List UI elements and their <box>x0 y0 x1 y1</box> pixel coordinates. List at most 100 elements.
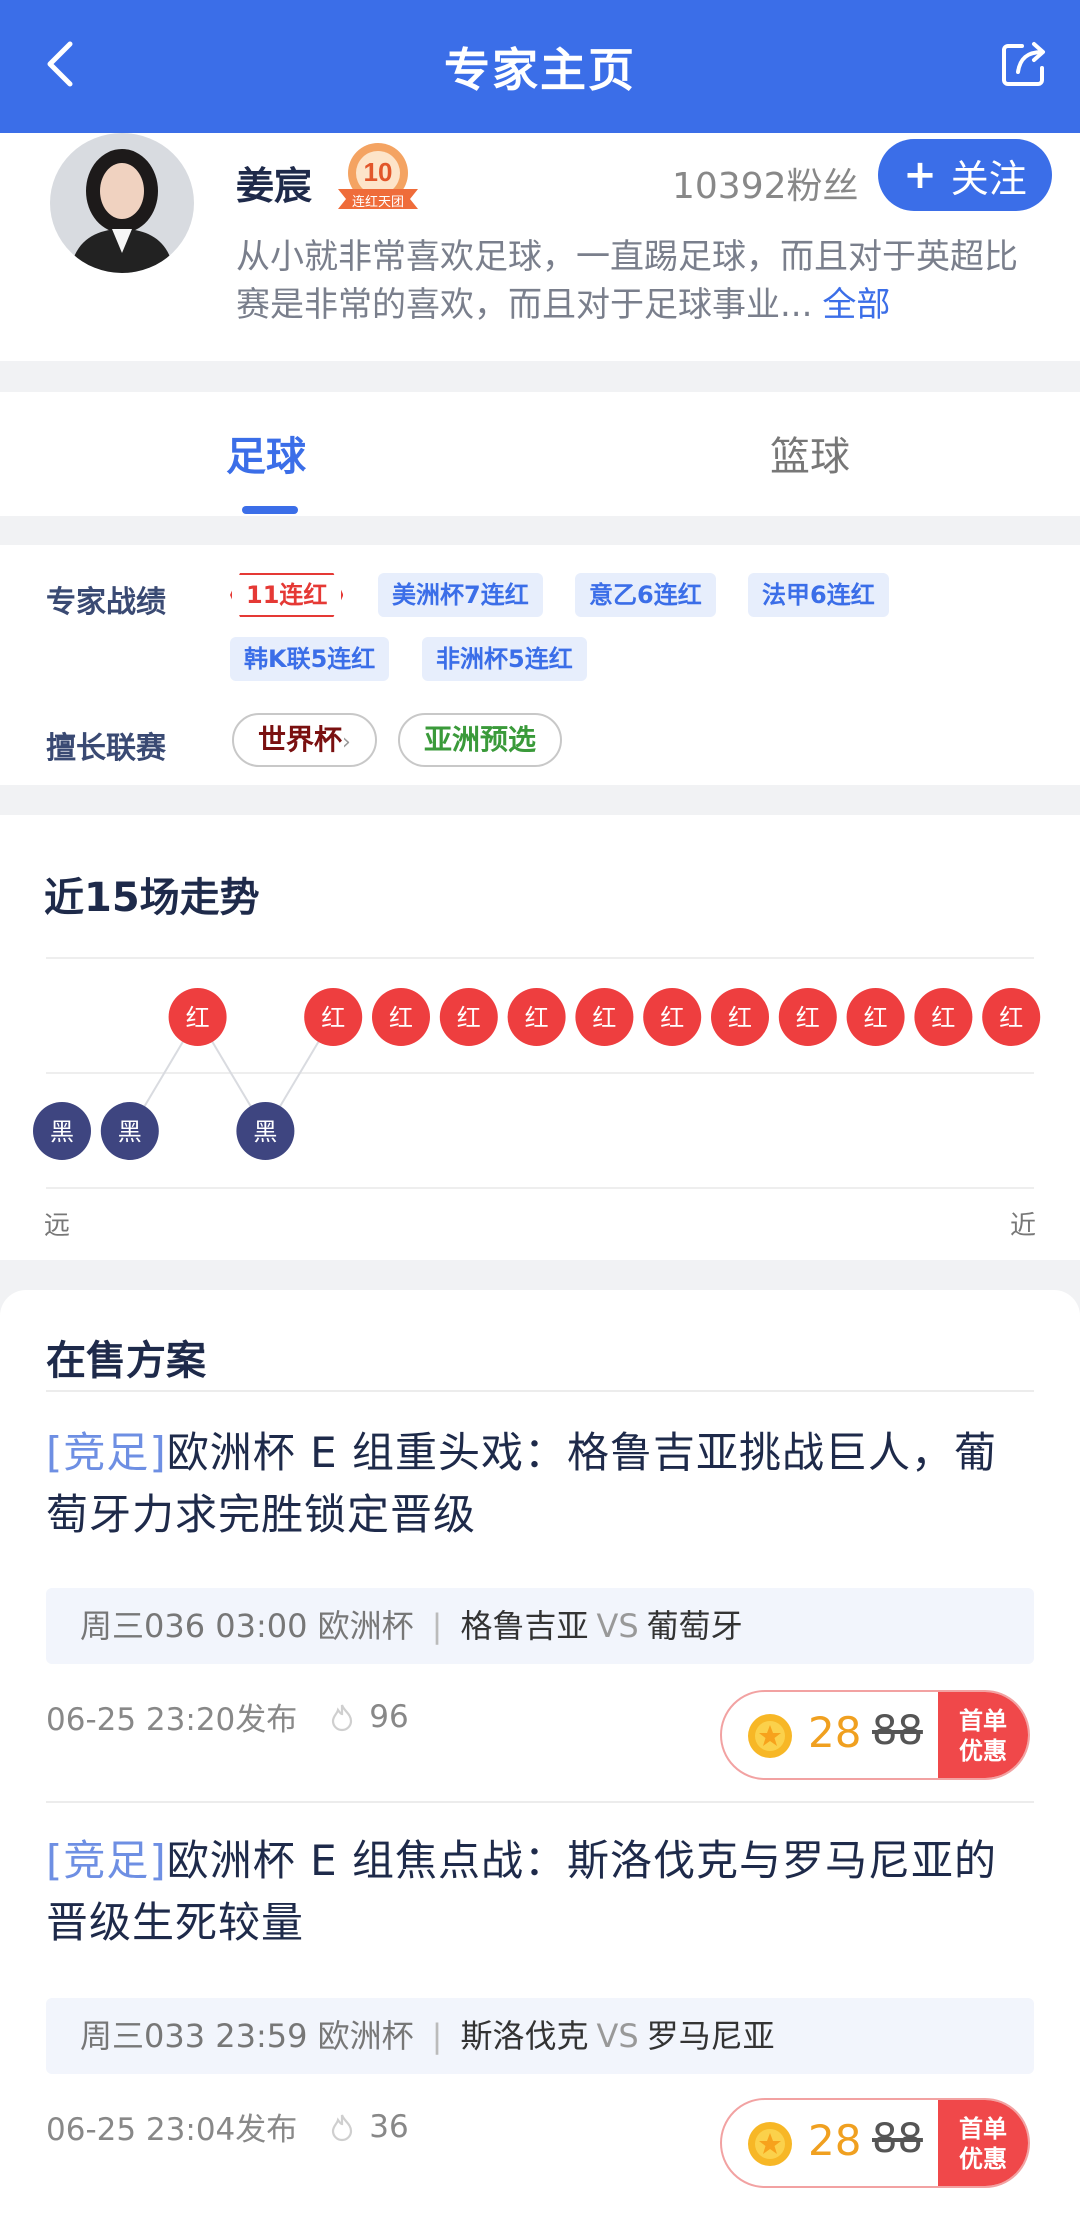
plan-meta: 06-25 23:20发布 96 <box>46 1694 409 1739</box>
badge-number: 10 <box>364 157 393 187</box>
vs-label: VS <box>596 2017 639 2055</box>
trend-dot-red: 红 <box>711 988 769 1046</box>
view-count: 96 <box>369 1698 409 1735</box>
follow-button[interactable]: + 关注 <box>878 139 1052 211</box>
price-button[interactable]: 28 88 首单优惠 <box>720 1690 1030 1780</box>
streak-chip: 意乙6连红 <box>575 573 716 617</box>
trend-dot-red: 红 <box>982 988 1041 1046</box>
expert-record-section: 专家战绩 11连红 美洲杯7连红 意乙6连红 法甲6连红 韩K联5连红 非洲杯5… <box>0 545 1080 785</box>
bio-text: 从小就非常喜欢足球，一直踢足球，而且对于英超比赛是非常的喜欢，而且对于足球事业.… <box>236 237 1018 325</box>
trend-dot-label: 红 <box>660 1004 684 1032</box>
plan-title[interactable]: [竞足]欧洲杯 E 组焦点战：斯洛伐克与罗马尼亚的晋级生死较量 <box>46 1830 1036 1954</box>
trend-dot-label: 红 <box>457 1004 481 1032</box>
plan-title-text: 欧洲杯 E 组重头戏：格鲁吉亚挑战巨人，葡萄牙力求完胜锁定晋级 <box>46 1428 998 1539</box>
trend-dot-label: 红 <box>186 1004 210 1032</box>
coin-icon <box>748 1714 792 1758</box>
promo-badge: 首单优惠 <box>938 2100 1028 2186</box>
vs-label: VS <box>596 1607 639 1645</box>
trend-dot-red: 红 <box>643 988 702 1046</box>
divider <box>46 1390 1034 1392</box>
streak-chip: 韩K联5连红 <box>230 637 390 681</box>
bio-more-link[interactable]: 全部 <box>822 285 890 325</box>
trend-dot-label: 红 <box>796 1004 820 1032</box>
tab-football[interactable]: 足球 <box>226 424 306 482</box>
trend-dot-red: 红 <box>372 988 430 1046</box>
expert-name: 姜宸 <box>236 164 313 208</box>
tab-active-indicator <box>242 506 298 514</box>
leagues-label: 擅长联赛 <box>46 731 166 766</box>
trend-dot-label: 红 <box>525 1004 549 1032</box>
views: 96 <box>327 1698 409 1735</box>
match-info-bar: 周三036 03:00 欧洲杯 | 格鲁吉亚 VS 葡萄牙 <box>46 1588 1034 1664</box>
tab-basketball[interactable]: 篮球 <box>770 424 850 482</box>
original-price: 88 <box>872 2116 923 2162</box>
current-price: 28 <box>808 1708 862 1757</box>
promo-text: 首单优惠 <box>959 2115 1007 2173</box>
current-price: 28 <box>808 2116 862 2165</box>
far-label: 远 <box>44 1211 71 1241</box>
sport-tabs: 足球 篮球 <box>0 392 1080 516</box>
on-sale-section: 在售方案 [竞足]欧洲杯 E 组重头戏：格鲁吉亚挑战巨人，葡萄牙力求完胜锁定晋级… <box>0 1290 1080 2236</box>
league-pill-worldcup[interactable]: 世界杯› <box>232 713 377 767</box>
plan-title-text: 欧洲杯 E 组焦点战：斯洛伐克与罗马尼亚的晋级生死较量 <box>46 1836 998 1947</box>
trend-dot-black: 黑 <box>33 1102 91 1160</box>
publish-time: 06-25 23:04发布 <box>46 2112 298 2148</box>
trend-dot-label: 红 <box>931 1004 955 1032</box>
trend-dot-label: 红 <box>321 1004 345 1032</box>
league-pill-asia[interactable]: 亚洲预选 <box>398 713 563 767</box>
plan-tag: [竞足] <box>46 1836 167 1885</box>
away-team: 葡萄牙 <box>646 1607 743 1645</box>
trend-dot-red: 红 <box>575 988 634 1046</box>
plan-tag: [竞足] <box>46 1428 167 1477</box>
view-count: 36 <box>369 2108 409 2145</box>
expert-profile: 姜宸 10 连红天团 10392粉丝 + 关注 从小就非常喜欢足球，一直踢足球，… <box>0 133 1080 361</box>
trend-dot-label: 红 <box>389 1004 413 1032</box>
streak-chip: 美洲杯7连红 <box>378 573 543 617</box>
match-info: 周三033 23:59 欧洲杯 <box>80 2017 414 2055</box>
trend-chart: 黑 黑 红黑 红 红 红 红 红 红 红 红 红 红 红 <box>33 957 1041 1189</box>
promo-badge: 首单优惠 <box>938 1692 1028 1778</box>
trend-dot-red: 红 <box>168 988 227 1046</box>
near-label: 近 <box>1010 1211 1037 1241</box>
promo-text: 首单优惠 <box>959 1707 1007 1765</box>
streak-chip: 非洲杯5连红 <box>422 637 587 681</box>
price-button[interactable]: 28 88 首单优惠 <box>720 2098 1030 2188</box>
trend-dot-label: 红 <box>592 1004 616 1032</box>
original-price: 88 <box>872 1708 923 1754</box>
match-info-bar: 周三033 23:59 欧洲杯 | 斯洛伐克 VS 罗马尼亚 <box>46 1998 1034 2074</box>
match-info: 周三036 03:00 欧洲杯 <box>80 1607 414 1645</box>
trend-dot-red: 红 <box>778 988 837 1046</box>
fire-icon <box>332 1704 353 1731</box>
trend-dot-black: 黑 <box>236 1102 295 1160</box>
trend-dot-label: 黑 <box>50 1118 74 1146</box>
home-team: 斯洛伐克 <box>460 2017 589 2055</box>
trend-dot-red: 红 <box>304 988 363 1046</box>
trend-dot-label: 红 <box>999 1004 1023 1032</box>
trend-dot-black: 黑 <box>100 1102 159 1160</box>
league-name: 世界杯 <box>258 723 343 756</box>
publish-time: 06-25 23:20发布 <box>46 1702 298 1738</box>
share-icon[interactable] <box>996 36 1052 92</box>
top-nav-bar: 专家主页 <box>0 0 1080 133</box>
separator: | <box>431 1607 443 1645</box>
plan-title[interactable]: [竞足]欧洲杯 E 组重头戏：格鲁吉亚挑战巨人，葡萄牙力求完胜锁定晋级 <box>46 1422 1036 1546</box>
page-title: 专家主页 <box>444 43 636 97</box>
fans-count: 10392粉丝 <box>672 166 859 207</box>
separator: | <box>431 2017 443 2055</box>
streak-chip: 法甲6连红 <box>748 573 889 617</box>
coin-icon <box>748 2122 792 2166</box>
badge-text: 连红天团 <box>352 194 404 210</box>
streak-chip: 11连红 <box>230 573 343 617</box>
home-team: 格鲁吉亚 <box>460 1607 589 1645</box>
plus-icon: + <box>903 152 937 198</box>
trend-dot-red: 红 <box>914 988 973 1046</box>
views: 36 <box>327 2108 409 2145</box>
avatar[interactable] <box>50 133 194 273</box>
record-label: 专家战绩 <box>46 585 166 620</box>
away-team: 罗马尼亚 <box>646 2017 775 2055</box>
trend-dot-label: 黑 <box>253 1118 277 1146</box>
trend-dot-label: 黑 <box>118 1118 142 1146</box>
trend-dot-red: 红 <box>507 988 566 1046</box>
streak-badge-icon: 10 连红天团 <box>330 139 426 219</box>
expert-bio: 从小就非常喜欢足球，一直踢足球，而且对于英超比赛是非常的喜欢，而且对于足球事业.… <box>236 233 1046 329</box>
